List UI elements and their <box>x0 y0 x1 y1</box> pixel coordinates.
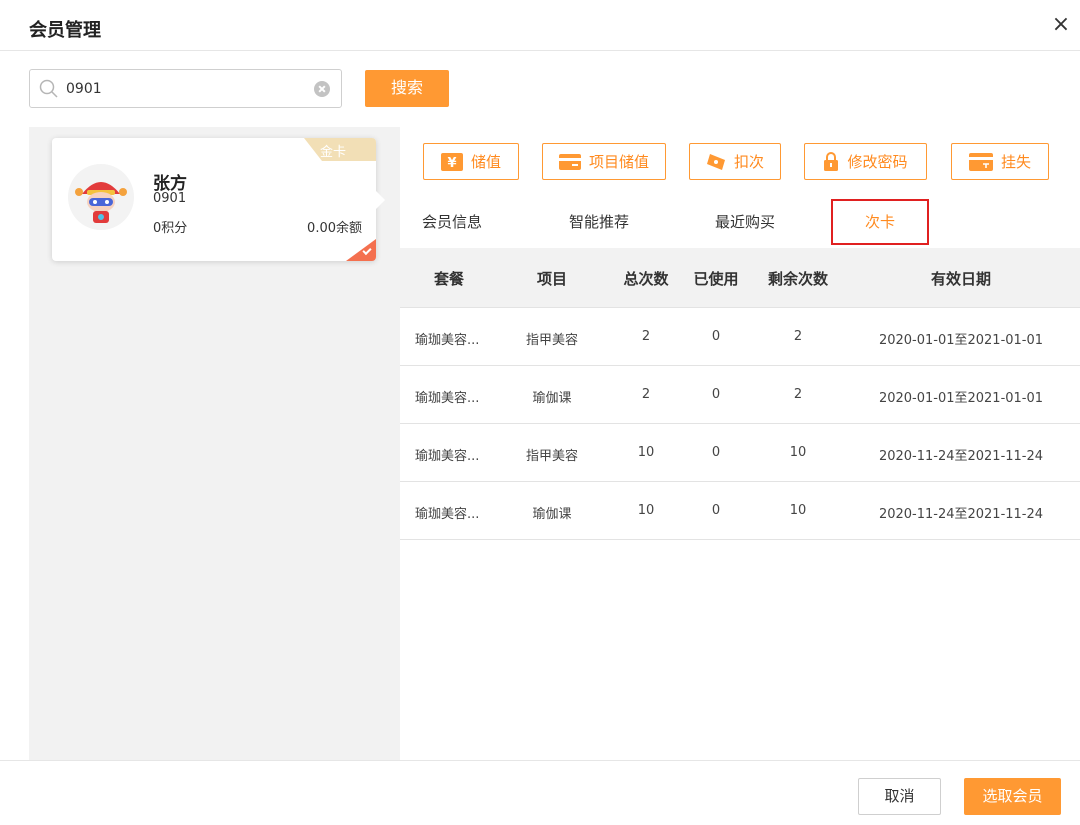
search-icon <box>39 79 59 103</box>
ticket-icon <box>706 153 726 171</box>
tab-recent-purchase[interactable]: 最近购买 <box>715 211 775 232</box>
report-loss-button[interactable]: 挂失 <box>951 143 1049 180</box>
card-loss-icon <box>968 152 993 171</box>
change-password-button[interactable]: 修改密码 <box>804 143 927 180</box>
table-row[interactable]: 瑜珈美容... 瑜伽课 2 0 2 2020-01-01至2021-01-01 <box>400 366 1080 424</box>
change-password-label: 修改密码 <box>847 154 908 171</box>
select-member-button[interactable]: 选取会员 <box>964 778 1061 815</box>
cell-remaining: 2 <box>793 329 803 344</box>
clear-icon[interactable] <box>314 81 330 97</box>
cell-package: 瑜珈美容... <box>415 449 480 464</box>
cell-total: 2 <box>641 387 651 402</box>
cell-valid-date: 2020-01-01至2021-01-01 <box>878 391 1044 406</box>
table-header: 套餐 项目 总次数 已使用 剩余次数 有效日期 <box>400 248 1080 308</box>
report-loss-label: 挂失 <box>1000 154 1031 171</box>
cell-used: 0 <box>711 387 721 402</box>
cell-valid-date: 2020-01-01至2021-01-01 <box>878 333 1044 348</box>
cell-item: 瑜伽课 <box>532 391 572 406</box>
tab-member-info[interactable]: 会员信息 <box>422 211 482 232</box>
table-row[interactable]: 瑜珈美容... 指甲美容 2 0 2 2020-01-01至2021-01-01 <box>400 308 1080 366</box>
card-type-label: 金卡 <box>319 145 346 160</box>
member-list-panel: 金卡 张方 0901 0积分 0.00余额 <box>29 127 400 760</box>
avatar <box>68 164 134 230</box>
member-management-dialog: 会员管理 × 搜索 金卡 <box>0 0 1080 825</box>
cell-total: 10 <box>637 445 655 460</box>
card-pointer <box>375 190 385 210</box>
dialog-title: 会员管理 <box>29 20 101 41</box>
tab-bar: 会员信息 智能推荐 最近购买 <box>400 196 1080 248</box>
cell-used: 0 <box>711 329 721 344</box>
cell-remaining: 10 <box>789 445 807 460</box>
tab-smart-recommend[interactable]: 智能推荐 <box>569 211 629 232</box>
cancel-button[interactable]: 取消 <box>858 778 941 815</box>
dialog-header: 会员管理 × <box>0 0 1080 51</box>
cell-remaining: 10 <box>789 503 807 518</box>
project-store-value-button[interactable]: 项目储值 <box>542 143 666 180</box>
cell-package: 瑜珈美容... <box>415 333 480 348</box>
cell-total: 2 <box>641 329 651 344</box>
cell-item: 指甲美容 <box>525 449 579 464</box>
search-button[interactable]: 搜索 <box>365 70 449 107</box>
member-id: 0901 <box>153 191 187 206</box>
member-points: 0积分 <box>153 221 188 236</box>
close-button[interactable]: × <box>1050 14 1072 36</box>
cell-valid-date: 2020-11-24至2021-11-24 <box>878 449 1044 464</box>
project-store-value-label: 项目储值 <box>588 154 649 171</box>
store-value-label: 储值 <box>470 154 501 171</box>
selected-check-icon <box>346 239 376 261</box>
svg-text:¥: ¥ <box>447 156 456 171</box>
search-box <box>29 69 342 108</box>
member-balance: 0.00余额 <box>307 221 362 236</box>
store-value-button[interactable]: ¥ 储值 <box>423 143 519 180</box>
table-row[interactable]: 瑜珈美容... 指甲美容 10 0 10 2020-11-24至2021-11-… <box>400 424 1080 482</box>
column-header-valid-date: 有效日期 <box>930 270 992 288</box>
member-card[interactable]: 金卡 张方 0901 0积分 0.00余额 <box>52 138 385 261</box>
card-icon <box>558 153 581 170</box>
lock-icon <box>823 152 839 171</box>
column-header-used: 已使用 <box>693 270 739 288</box>
yen-icon: ¥ <box>440 152 463 171</box>
cell-used: 0 <box>711 445 721 460</box>
cell-remaining: 2 <box>793 387 803 402</box>
deduct-times-label: 扣次 <box>733 154 764 171</box>
deduct-times-button[interactable]: 扣次 <box>689 143 781 180</box>
tab-times-card[interactable]: 次卡 <box>831 199 929 245</box>
cell-item: 指甲美容 <box>525 333 579 348</box>
column-header-total: 总次数 <box>623 270 669 288</box>
cell-item: 瑜伽课 <box>532 507 572 522</box>
search-input[interactable] <box>66 76 306 102</box>
cell-package: 瑜珈美容... <box>415 507 480 522</box>
cell-used: 0 <box>711 503 721 518</box>
cell-total: 10 <box>637 503 655 518</box>
column-header-item: 项目 <box>536 270 568 288</box>
cell-package: 瑜珈美容... <box>415 391 480 406</box>
column-header-package: 套餐 <box>433 270 465 288</box>
table-row[interactable]: 瑜珈美容... 瑜伽课 10 0 10 2020-11-24至2021-11-2… <box>400 482 1080 540</box>
cell-valid-date: 2020-11-24至2021-11-24 <box>878 507 1044 522</box>
column-header-remaining: 剩余次数 <box>767 270 829 288</box>
